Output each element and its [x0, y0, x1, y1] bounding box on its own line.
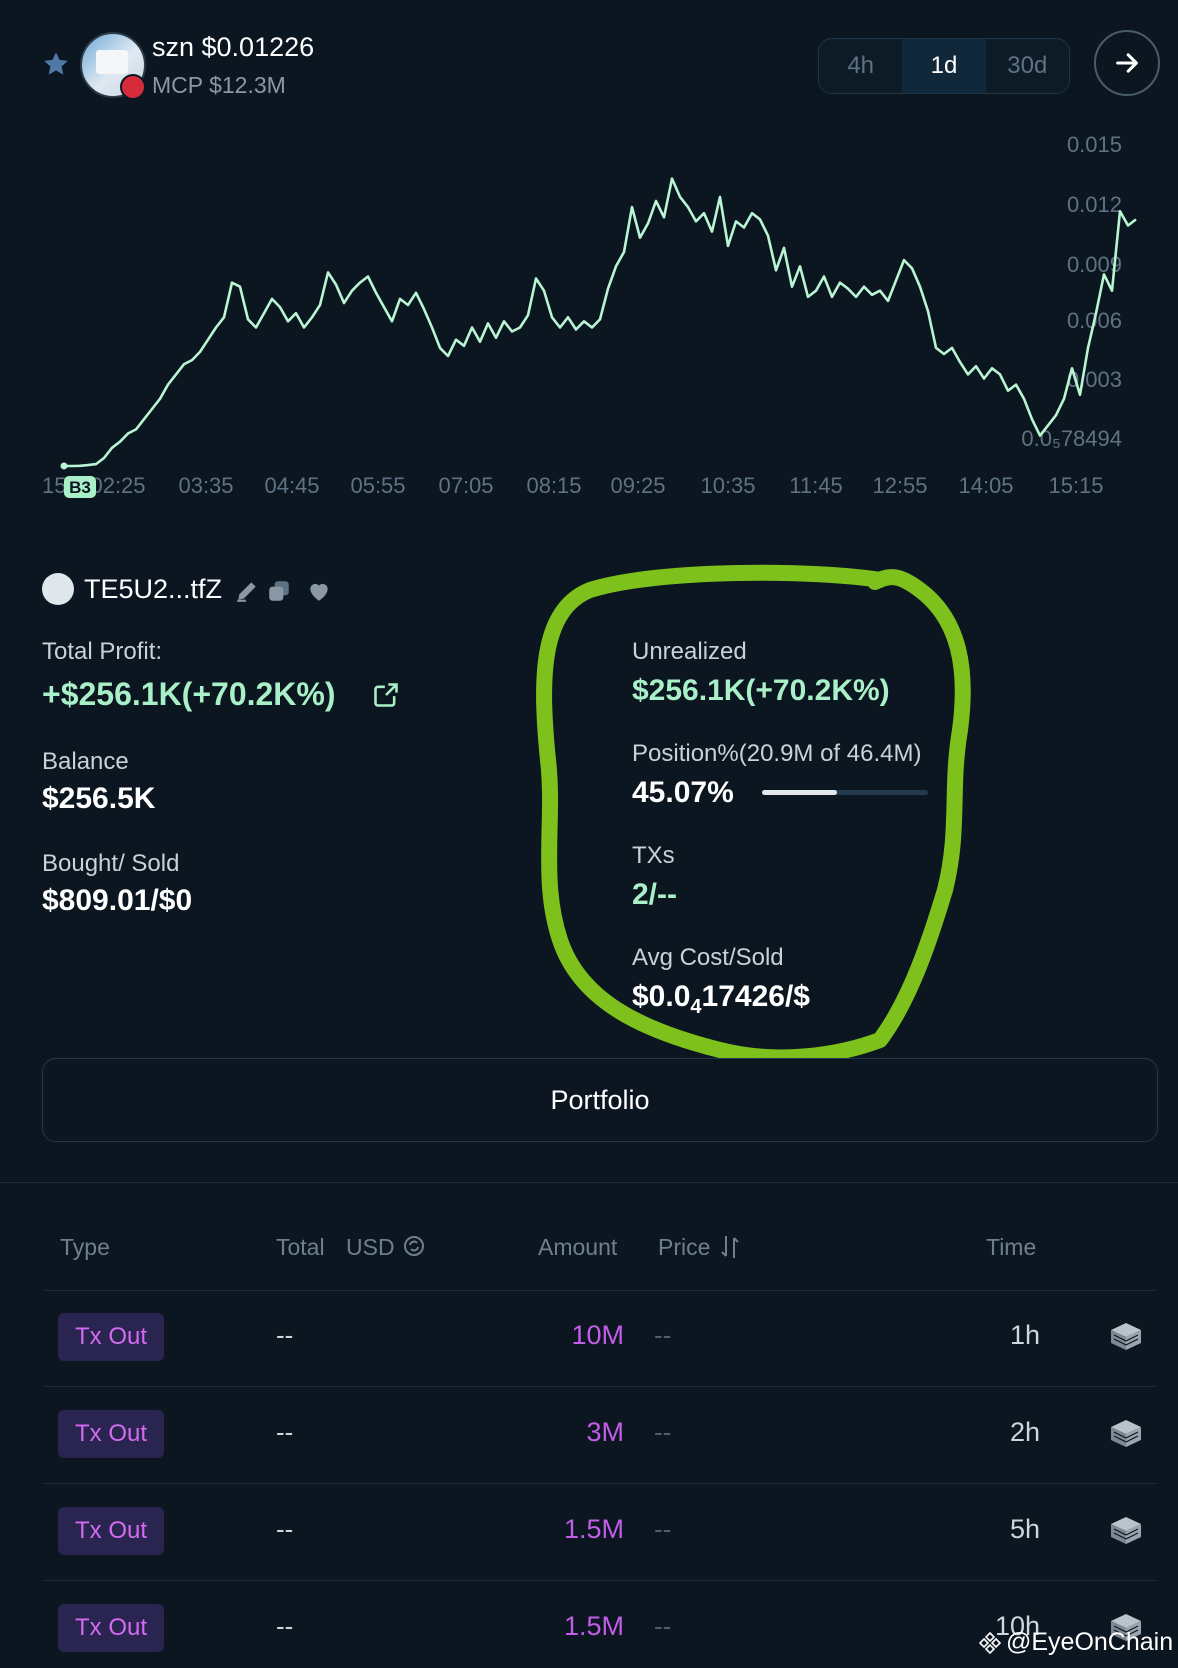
portfolio-button[interactable]: Portfolio — [42, 1058, 1158, 1142]
balance-value: $256.5K — [42, 782, 156, 815]
timeframe-selector: 4h 1d 30d — [818, 38, 1070, 94]
time-cell: 2h — [1009, 1417, 1040, 1447]
wallet-avatar — [42, 573, 74, 605]
amount-cell: 1.5M — [563, 1514, 624, 1544]
row-divider — [44, 1580, 1156, 1581]
watermark-text: @EyeOnChain — [1006, 1628, 1174, 1656]
col-total[interactable]: Total — [276, 1234, 325, 1261]
heart-icon[interactable] — [306, 578, 332, 604]
section-divider — [0, 1182, 1178, 1183]
x-tick-label: 12:55 — [872, 473, 927, 498]
buy-marker-label: B3 — [69, 478, 91, 497]
watermark: @EyeOnChain — [978, 1628, 1173, 1657]
time-cell: 1h — [1009, 1320, 1040, 1350]
x-tick-label: 04:45 — [264, 473, 319, 498]
bought-sold-value: $809.01/$0 — [42, 884, 193, 917]
block-explorer-icon[interactable] — [1108, 1417, 1144, 1449]
position-value: 45.07% — [632, 776, 734, 809]
currency-toggle-icon[interactable] — [402, 1234, 426, 1258]
price-cell: -- — [654, 1320, 672, 1350]
amount-cell: 3M — [586, 1417, 624, 1447]
price-line — [64, 177, 1137, 468]
arrow-right-icon — [1116, 53, 1138, 73]
amount-cell: 10M — [571, 1320, 624, 1350]
position-label: Position%(20.9M of 46.4M) — [632, 740, 922, 767]
total-profit-value: +$256.1K(+70.2K%) — [42, 676, 336, 712]
col-price[interactable]: Price — [658, 1234, 710, 1261]
wallet-address: TE5U2...tfZ — [84, 574, 223, 604]
price-cell: -- — [654, 1611, 672, 1641]
price-chart[interactable]: 0.0150.0120.0090.0060.0030.0₅7849415: 02:… — [0, 110, 1178, 520]
external-link-icon[interactable] — [372, 681, 400, 709]
x-tick-label: 11:45 — [789, 473, 842, 498]
amount-cell: 1.5M — [563, 1611, 624, 1641]
star-icon[interactable] — [42, 50, 70, 78]
token-title: szn $0.01226 — [152, 32, 315, 62]
total-cell: -- — [276, 1417, 294, 1447]
type-badge: Tx Out — [58, 1313, 164, 1361]
txs-label: TXs — [632, 842, 675, 869]
col-amount[interactable]: Amount — [538, 1234, 617, 1261]
market-cap: MCP $12.3M — [152, 72, 286, 98]
diamond-logo-icon — [978, 1631, 1002, 1654]
x-tick-label: 03:35 — [178, 473, 233, 498]
total-cell: -- — [276, 1320, 294, 1350]
total-cell: -- — [276, 1514, 294, 1544]
col-usd[interactable]: USD — [346, 1234, 395, 1261]
type-badge: Tx Out — [58, 1507, 164, 1555]
sort-icon[interactable] — [718, 1234, 742, 1260]
avg-cost-label: Avg Cost/Sold — [632, 944, 784, 971]
row-divider — [44, 1290, 1156, 1291]
type-badge: Tx Out — [58, 1410, 164, 1458]
edit-icon[interactable] — [234, 578, 260, 604]
unrealized-value: $256.1K(+70.2K%) — [632, 674, 890, 707]
copy-icon[interactable] — [266, 578, 292, 604]
y-tick-label: 0.015 — [1067, 132, 1122, 157]
bought-sold-label: Bought/ Sold — [42, 850, 180, 877]
next-button[interactable] — [1094, 30, 1160, 96]
price-cell: -- — [654, 1417, 672, 1447]
tab-1d[interactable]: 1d — [902, 39, 986, 93]
balance-label: Balance — [42, 748, 129, 775]
avg-cost-value: $0.0417426/$ — [632, 980, 810, 1018]
block-explorer-icon[interactable] — [1108, 1320, 1144, 1352]
tab-4h[interactable]: 4h — [819, 39, 902, 93]
tab-30d[interactable]: 30d — [986, 39, 1069, 93]
unrealized-label: Unrealized — [632, 638, 747, 665]
tron-badge-icon — [120, 74, 146, 100]
block-explorer-icon[interactable] — [1108, 1514, 1144, 1546]
x-tick-label: 14:05 — [958, 473, 1013, 498]
x-tick-label: 07:05 — [438, 473, 493, 498]
x-tick-label: 09:25 — [610, 473, 665, 498]
total-cell: -- — [276, 1611, 294, 1641]
time-cell: 5h — [1009, 1514, 1040, 1544]
type-badge: Tx Out — [58, 1604, 164, 1652]
price-cell: -- — [654, 1514, 672, 1544]
position-progress — [762, 790, 928, 795]
buy-marker[interactable]: B3 — [64, 476, 96, 498]
txs-value: 2/-- — [632, 878, 677, 911]
col-time[interactable]: Time — [986, 1234, 1036, 1261]
position-progress-fill — [762, 790, 837, 795]
start-point — [60, 462, 68, 470]
row-divider — [44, 1483, 1156, 1484]
y-tick-label: 0.012 — [1067, 192, 1122, 217]
x-tick-label: 15:15 — [1048, 473, 1103, 498]
col-type[interactable]: Type — [60, 1234, 110, 1261]
x-tick-label: 02:25 — [90, 473, 145, 498]
row-divider — [44, 1386, 1156, 1387]
x-tick-label: 08:15 — [526, 473, 581, 498]
total-profit-label: Total Profit: — [42, 638, 163, 665]
x-tick-label: 10:35 — [700, 473, 755, 498]
x-tick-label: 05:55 — [350, 473, 405, 498]
